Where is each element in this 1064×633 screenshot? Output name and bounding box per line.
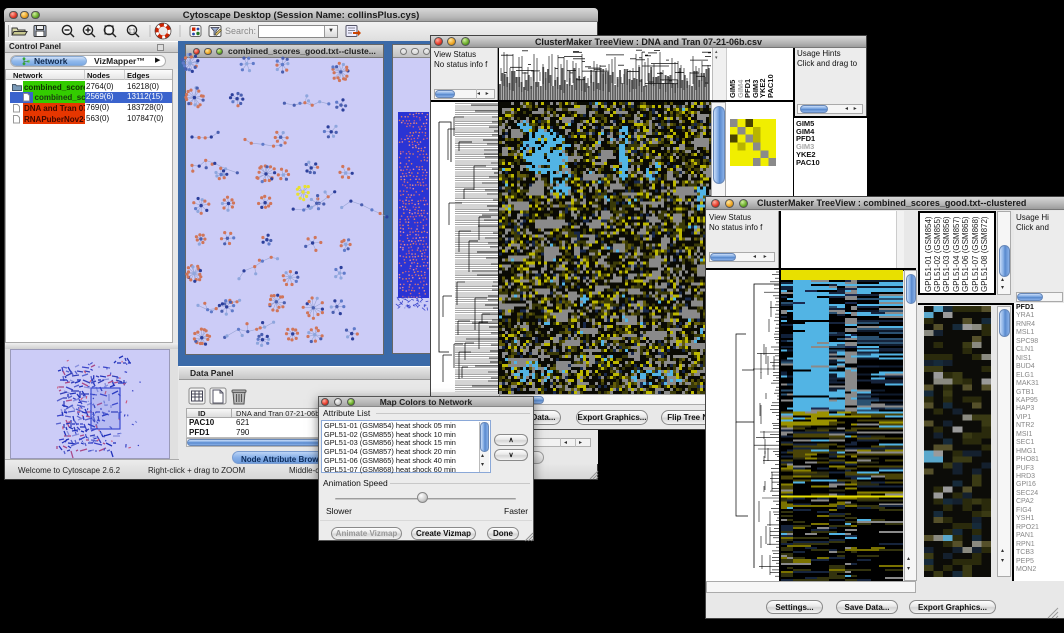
svg-text:1:1: 1:1 [129, 29, 136, 35]
